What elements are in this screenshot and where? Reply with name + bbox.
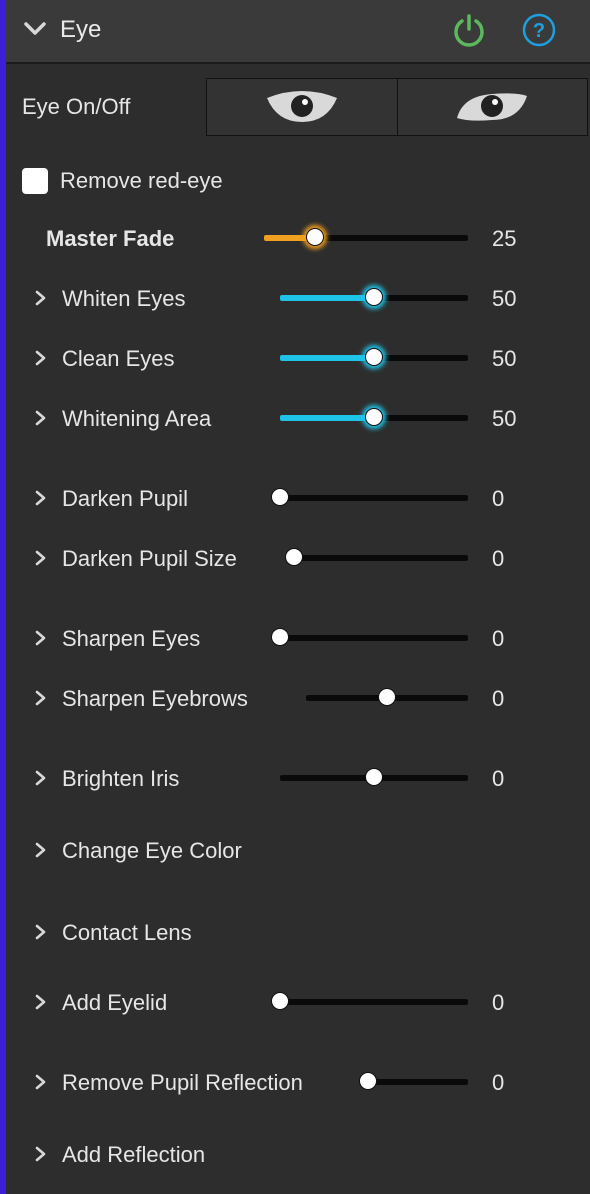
chevron-right-icon[interactable] <box>34 924 48 940</box>
chevron-right-icon[interactable] <box>34 770 48 786</box>
sharpen-eyes-slider-track[interactable] <box>271 628 468 646</box>
remove-pupil-reflection-value: 0 <box>492 1070 505 1095</box>
remove-red-eye-checkbox[interactable] <box>22 168 48 194</box>
whiten-eyes-slider-track[interactable] <box>280 288 468 306</box>
brighten-iris-slider-track[interactable] <box>280 768 468 786</box>
darken-pupil-slider-handle[interactable] <box>271 488 289 506</box>
eye-on-option[interactable] <box>396 79 588 135</box>
brighten-iris-label: Brighten Iris <box>62 766 180 791</box>
add-eyelid-label: Add Eyelid <box>62 990 168 1015</box>
whiten-eyes-slider-fill <box>280 295 374 301</box>
darken-pupil-size-value: 0 <box>492 546 505 571</box>
remove-pupil-reflection-label: Remove Pupil Reflection <box>62 1070 303 1095</box>
darken-pupil-row[interactable]: Darken Pupil 0 <box>0 478 590 518</box>
chevron-right-icon[interactable] <box>34 550 48 566</box>
sharpen-eyebrows-slider-handle[interactable] <box>378 688 396 706</box>
chevron-right-icon[interactable] <box>34 1146 48 1162</box>
clean-eyes-label: Clean Eyes <box>62 346 175 371</box>
sharpen-eyebrows-label: Sharpen Eyebrows <box>62 686 248 711</box>
sharpen-eyebrows-slider-track[interactable] <box>306 688 468 706</box>
chevron-right-icon[interactable] <box>34 1074 48 1090</box>
chevron-right-icon[interactable] <box>34 690 48 706</box>
change-eye-color-label: Change Eye Color <box>62 838 242 863</box>
darken-pupil-size-slider-track[interactable] <box>285 548 468 566</box>
sharpen-eyes-row[interactable]: Sharpen Eyes 0 <box>0 618 590 658</box>
whitening-area-row[interactable]: Whitening Area 50 <box>0 398 590 438</box>
clean-eyes-slider-handle[interactable] <box>365 348 383 366</box>
add-reflection-row[interactable]: Add Reflection <box>0 1134 590 1174</box>
chevron-right-icon[interactable] <box>34 994 48 1010</box>
master-fade-row[interactable]: Master Fade 25 <box>0 218 590 258</box>
clean-eyes-slider-fill <box>280 355 374 361</box>
eye-open-icon <box>266 91 337 122</box>
brighten-iris-slider-handle[interactable] <box>365 768 383 786</box>
remove-red-eye-label: Remove red-eye <box>60 168 223 193</box>
svg-text:?: ? <box>533 20 545 42</box>
darken-pupil-size-slider-handle[interactable] <box>285 548 303 566</box>
darken-pupil-slider-track[interactable] <box>271 488 468 506</box>
sharpen-eyebrows-row[interactable]: Sharpen Eyebrows 0 <box>0 678 590 718</box>
eye-on-off-label: Eye On/Off <box>22 94 131 119</box>
darken-pupil-value: 0 <box>492 486 505 511</box>
brighten-iris-value: 0 <box>492 766 505 791</box>
add-eyelid-value: 0 <box>492 990 505 1015</box>
whitening-area-label: Whitening Area <box>62 406 212 431</box>
master-fade-slider-handle[interactable] <box>306 228 324 246</box>
brighten-iris-row[interactable]: Brighten Iris 0 <box>0 758 590 798</box>
chevron-right-icon[interactable] <box>34 630 48 646</box>
clean-eyes-value: 50 <box>492 346 517 371</box>
whiten-eyes-row[interactable]: Whiten Eyes 50 <box>0 278 590 318</box>
master-fade-value: 25 <box>492 226 517 251</box>
chevron-right-icon[interactable] <box>34 410 48 426</box>
eye-off-option[interactable] <box>207 79 397 135</box>
whiten-eyes-value: 50 <box>492 286 517 311</box>
chevron-down-icon[interactable] <box>24 22 46 36</box>
clean-eyes-slider-track[interactable] <box>280 348 468 366</box>
add-reflection-label: Add Reflection <box>62 1142 206 1167</box>
contact-lens-label: Contact Lens <box>62 920 192 945</box>
remove-red-eye-row[interactable]: Remove red-eye <box>22 168 223 194</box>
contact-lens-row[interactable]: Contact Lens <box>0 912 590 952</box>
eye-on-off-toggle[interactable] <box>206 78 588 136</box>
sharpen-eyes-value: 0 <box>492 626 505 651</box>
eye-narrow-icon <box>457 93 528 121</box>
darken-pupil-label: Darken Pupil <box>62 486 188 511</box>
chevron-right-icon[interactable] <box>34 290 48 306</box>
chevron-right-icon[interactable] <box>34 842 48 858</box>
master-fade-slider-track[interactable] <box>264 228 468 246</box>
remove-pupil-reflection-row[interactable]: Remove Pupil Reflection 0 <box>0 1062 590 1102</box>
whitening-area-value: 50 <box>492 406 517 431</box>
help-icon[interactable]: ? <box>522 13 556 47</box>
whitening-area-slider-fill <box>280 415 374 421</box>
remove-pupil-reflection-slider-track[interactable] <box>359 1072 468 1090</box>
whiten-eyes-label: Whiten Eyes <box>62 286 186 311</box>
sharpen-eyebrows-value: 0 <box>492 686 505 711</box>
clean-eyes-row[interactable]: Clean Eyes 50 <box>0 338 590 378</box>
whiten-eyes-slider-handle[interactable] <box>365 288 383 306</box>
add-eyelid-slider-track[interactable] <box>271 992 468 1010</box>
power-icon[interactable] <box>452 13 486 47</box>
panel-title: Eye <box>60 16 102 43</box>
chevron-right-icon[interactable] <box>34 490 48 506</box>
chevron-right-icon[interactable] <box>34 350 48 366</box>
eye-panel-header[interactable]: Eye ? <box>6 0 590 64</box>
whitening-area-slider-track[interactable] <box>280 408 468 426</box>
change-eye-color-row[interactable]: Change Eye Color <box>0 830 590 870</box>
master-fade-label: Master Fade <box>46 226 175 251</box>
add-eyelid-slider-handle[interactable] <box>271 992 289 1010</box>
add-eyelid-row[interactable]: Add Eyelid 0 <box>0 982 590 1022</box>
sharpen-eyes-label: Sharpen Eyes <box>62 626 201 651</box>
whitening-area-slider-handle[interactable] <box>365 408 383 426</box>
darken-pupil-size-row[interactable]: Darken Pupil Size 0 <box>0 538 590 578</box>
sharpen-eyes-slider-handle[interactable] <box>271 628 289 646</box>
remove-pupil-reflection-slider-handle[interactable] <box>359 1072 377 1090</box>
darken-pupil-size-label: Darken Pupil Size <box>62 546 237 571</box>
